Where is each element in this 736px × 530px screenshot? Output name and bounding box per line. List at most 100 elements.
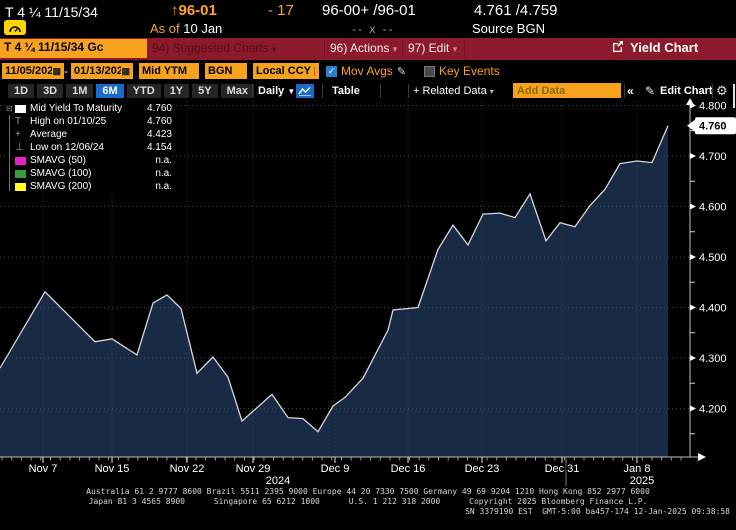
date-from-field[interactable]: ▦ [2, 63, 64, 79]
x-tick-label: Dec 16 [391, 463, 426, 475]
field-selector[interactable]: Mid YTM [139, 63, 199, 79]
date-range-separator: - [64, 64, 68, 78]
expand-box-icon[interactable]: ⊟ [6, 104, 15, 113]
year-label: 2024 [266, 475, 290, 487]
security-field[interactable]: T 4 ¼ 11/15/34 Gc [0, 39, 147, 58]
date-to-input[interactable] [74, 65, 121, 77]
x-tick-label: Dec 31 [545, 463, 580, 475]
checkbox-unchecked-icon[interactable] [424, 66, 435, 77]
checkbox-checked-icon[interactable]: ✓ [326, 66, 337, 77]
series-color-chip [15, 157, 30, 165]
menu-divider [464, 40, 465, 58]
menu-divider [402, 40, 403, 58]
menu-suggested-charts[interactable]: 94) Suggested Charts ▾ [152, 41, 277, 55]
quote-size: -- x -- [352, 22, 395, 36]
value-tag-notch [687, 120, 695, 132]
x-axis-arrow-icon [698, 453, 706, 461]
y-tick-label: 4.600 [699, 202, 727, 214]
chevron-down-icon: ▼ [314, 67, 326, 76]
legend-row[interactable]: SMAVG (200)n.a. [6, 180, 172, 193]
series-color-chip [15, 170, 30, 178]
footer-session-line: SN 3379190 EST GMT-5:00 ba457-174 12-Jan… [0, 507, 736, 516]
gauge-icon[interactable] [4, 20, 26, 35]
popout-icon[interactable] [612, 40, 624, 55]
footer-contact-line: Japan 81 3 4565 8900 Singapore 65 6212 1… [0, 497, 736, 506]
y-tick [690, 406, 696, 412]
bid-ask: 96-00+ /96-01 [322, 2, 416, 19]
year-label: 2025 [630, 475, 654, 487]
y-tick-label: 4.700 [699, 151, 727, 163]
x-tick-label: Dec 9 [321, 463, 350, 475]
legend-row[interactable]: SMAVG (50)n.a. [6, 154, 172, 167]
y-tick [690, 204, 696, 210]
legend-label: Low on 12/06/24 [30, 142, 136, 153]
chevron-down-icon: ▼ [287, 87, 295, 96]
series-color-chip [15, 183, 30, 191]
current-value-label: 4.760 [699, 121, 727, 133]
y-tick-label: 4.800 [699, 101, 727, 113]
y-tick-label: 4.400 [699, 303, 727, 315]
chevron-down-icon: ▾ [453, 44, 458, 54]
legend-row[interactable]: ⊟ Mid Yield To Maturity4.760 [6, 102, 172, 115]
y-tick [690, 355, 696, 361]
x-tick-label: Nov 7 [29, 463, 58, 475]
as-of-date: As of 10 Jan [150, 21, 222, 36]
date-to-field[interactable]: ▦ [71, 63, 133, 79]
last-price: ↑96-01 [171, 2, 217, 19]
calendar-icon[interactable]: ▦ [121, 66, 130, 77]
y-tick [690, 305, 696, 311]
mov-avgs-toggle[interactable]: ✓ Mov Avgs ✎ [326, 64, 406, 78]
menu-edit[interactable]: 97) Edit ▾ [408, 41, 457, 55]
chevron-down-icon: ▾ [490, 87, 494, 96]
calendar-icon[interactable]: ▦ [52, 66, 61, 77]
chart-legend: ⊟Mid Yield To Maturity4.760THigh on 01/1… [6, 102, 172, 193]
y-tick-label: 4.300 [699, 353, 727, 365]
legend-value: 4.760 [136, 103, 172, 114]
legend-label: Average [30, 129, 136, 140]
price-source: Source BGN [472, 21, 545, 36]
up-arrow-icon: ↑ [171, 2, 179, 19]
legend-row[interactable]: THigh on 01/10/254.760 [6, 115, 172, 128]
legend-bracket [9, 115, 10, 191]
x-tick-label: Dec 23 [465, 463, 500, 475]
legend-value: n.a. [136, 168, 172, 179]
legend-value: 4.760 [136, 116, 172, 127]
key-events-toggle[interactable]: Key Events [424, 64, 500, 78]
legend-value: n.a. [136, 155, 172, 166]
legend-row[interactable]: SMAVG (100)n.a. [6, 167, 172, 180]
chevron-down-icon: ▾ [272, 44, 277, 54]
color-chip-icon [15, 183, 26, 191]
series-color-chip [15, 105, 30, 113]
menu-actions[interactable]: 96) Actions ▾ [330, 41, 397, 55]
pricing-source-field[interactable]: BGN [205, 63, 247, 79]
currency-selector[interactable]: Local CCY ▼ [253, 63, 319, 79]
y-tick [690, 153, 696, 159]
high-marker-icon: T [15, 116, 30, 127]
legend-value: n.a. [136, 181, 172, 192]
legend-label: SMAVG (200) [30, 181, 136, 192]
bloomberg-yield-chart-window: T 4 ¼ 11/15/34 ↑96-01 - 17 96-00+ /96-01… [0, 0, 736, 530]
chevron-down-icon: ▾ [393, 44, 398, 54]
low-marker-icon: ⊥ [15, 142, 30, 153]
color-chip-icon [15, 105, 26, 113]
pencil-icon[interactable]: ✎ [397, 65, 406, 78]
color-chip-icon [15, 157, 26, 165]
legend-value: 4.154 [136, 142, 172, 153]
x-tick-label: Nov 29 [236, 463, 271, 475]
legend-label: Mid Yield To Maturity [30, 103, 136, 114]
legend-label: SMAVG (50) [30, 155, 136, 166]
security-ticker: T 4 ¼ 11/15/34 [5, 4, 98, 20]
legend-label: High on 01/10/25 [30, 116, 136, 127]
price-change: - 17 [268, 2, 294, 19]
legend-value: 4.423 [136, 129, 172, 140]
date-from-input[interactable] [5, 65, 52, 77]
legend-row[interactable]: ⊥Low on 12/06/244.154 [6, 141, 172, 154]
legend-row[interactable]: +Average4.423 [6, 128, 172, 141]
x-tick-label: Nov 22 [170, 463, 205, 475]
y-tick-label: 4.200 [699, 404, 727, 416]
menu-divider [324, 40, 325, 58]
yield-bid-ask: 4.761 /4.759 [474, 2, 557, 19]
y-tick [690, 254, 696, 260]
legend-label: SMAVG (100) [30, 168, 136, 179]
color-chip-icon [15, 170, 26, 178]
